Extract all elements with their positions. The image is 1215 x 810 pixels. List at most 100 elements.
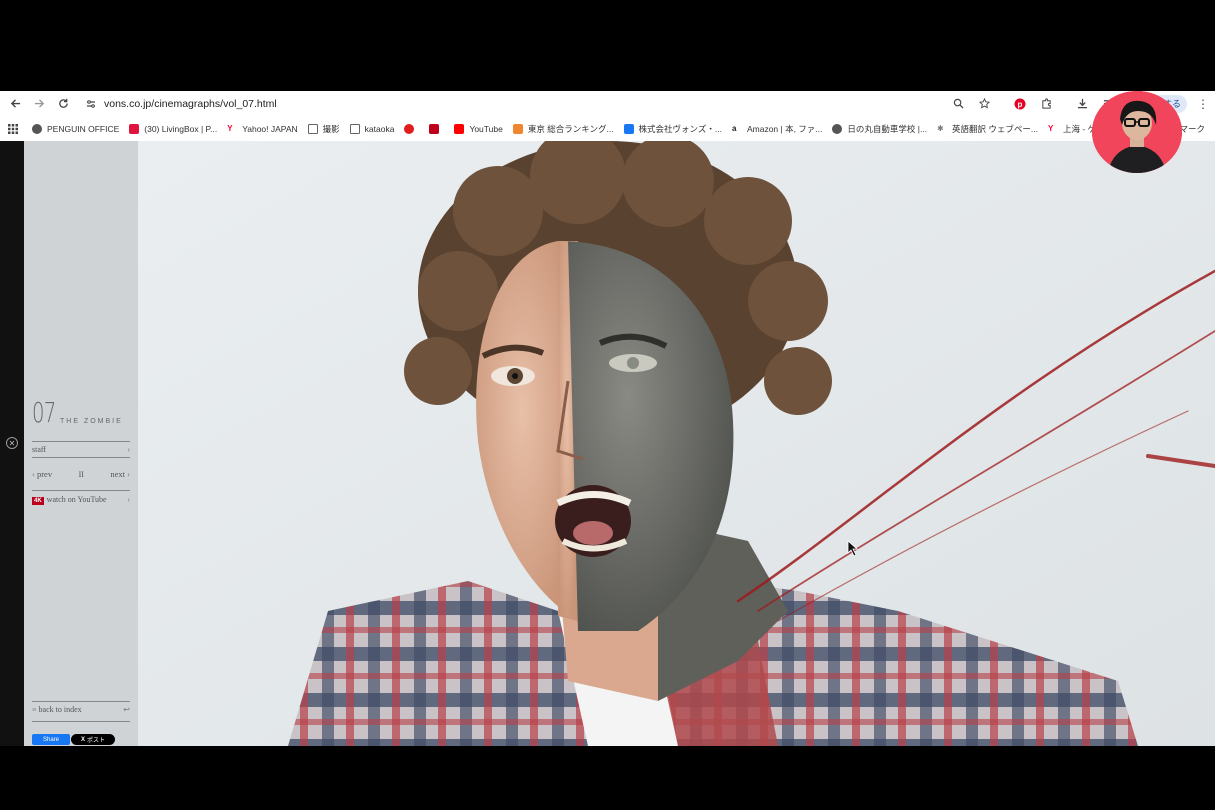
bookmark-label: 日の丸自動車学校 |...	[847, 123, 928, 134]
zombie-portrait-image	[138, 141, 1215, 746]
bookmark-item[interactable]	[404, 123, 419, 134]
prev-button[interactable]: ‹ prev	[32, 469, 52, 479]
back-to-index-link[interactable]: ≡ back to index ↩	[32, 705, 130, 714]
red-square-icon	[429, 123, 440, 134]
facebook-share-label: Share	[42, 736, 59, 743]
share-buttons: Share X ポスト	[32, 734, 115, 745]
translate-icon: ✱	[937, 123, 944, 133]
downloads-button[interactable]	[1073, 95, 1091, 113]
pinterest-icon: p	[1014, 98, 1026, 109]
bookmark-label: PENGUIN OFFICE	[47, 123, 120, 134]
volume-heading: 07 THE ZOMBIE	[32, 399, 123, 427]
red-logo-icon	[404, 123, 415, 134]
bookmark-item[interactable]: ✱ 英語翻訳 ウェブペー...	[937, 123, 1038, 135]
bookmark-item[interactable]: 日の丸自動車学校 |...	[832, 123, 927, 135]
bookmark-item[interactable]: Y Yahoo! JAPAN	[227, 124, 297, 134]
divider	[32, 721, 130, 722]
download-icon	[1077, 98, 1087, 109]
volume-number: 07	[32, 396, 56, 429]
back-label: back to index	[38, 705, 82, 714]
staff-label: staff	[32, 445, 47, 454]
bookmark-folder[interactable]: 撮影	[307, 123, 340, 135]
webcam-overlay	[1092, 91, 1182, 173]
bookmark-folder[interactable]: kataoka	[349, 123, 395, 134]
puzzle-icon	[1041, 98, 1051, 109]
svg-text:p: p	[1018, 100, 1023, 109]
bookmark-item[interactable]: YouTube	[454, 123, 503, 134]
divider	[32, 490, 130, 491]
yahoo-icon: Y	[227, 123, 233, 133]
arrow-left-icon	[10, 99, 20, 108]
reload-button[interactable]	[52, 93, 74, 115]
chevron-right-icon: ›	[127, 495, 130, 504]
arrow-right-icon	[34, 99, 44, 108]
cinemagraph-video	[138, 141, 1215, 746]
folder-icon	[349, 123, 360, 134]
facebook-share-button[interactable]: Share	[32, 734, 70, 745]
x-post-label: ポスト	[87, 738, 106, 744]
extensions-button[interactable]	[1037, 95, 1055, 113]
apps-grid-icon	[8, 123, 18, 134]
youtube-link[interactable]: 4K watch on YouTube ›	[32, 495, 130, 505]
bookmark-item[interactable]: 株式会社ヴォンズ・...	[623, 123, 722, 135]
magnifier-icon	[953, 98, 964, 109]
pinterest-extension[interactable]: p	[1011, 95, 1029, 113]
bookmark-label: Yahoo! JAPAN	[242, 123, 298, 134]
badge-4k: 4K	[32, 497, 44, 505]
bookmark-item[interactable]: (30) LivingBox | P...	[129, 123, 217, 134]
divider	[32, 701, 130, 702]
bookmark-star-button[interactable]	[975, 95, 993, 113]
sidebar: 07 THE ZOMBIE staff › ‹ prev II next › 4…	[24, 141, 138, 746]
star-icon	[978, 98, 990, 109]
bookmark-item[interactable]: PENGUIN OFFICE	[32, 123, 120, 134]
left-edge-bar: ✕	[0, 141, 24, 746]
volume-title: THE ZOMBIE	[60, 418, 123, 425]
close-icon: ✕	[8, 438, 16, 448]
pause-icon: II	[78, 469, 84, 479]
reload-icon	[58, 98, 68, 108]
bookmark-label: 撮影	[322, 123, 340, 134]
youtube-icon	[454, 123, 465, 134]
bookmark-item[interactable]	[429, 123, 444, 134]
bookmark-item[interactable]: a Amazon | 本, ファ...	[732, 123, 822, 135]
next-button[interactable]: next ›	[110, 469, 130, 479]
ranking-icon	[512, 123, 523, 134]
youtube-icon	[129, 123, 140, 134]
globe-icon	[832, 123, 843, 134]
youtube-label: watch on YouTube	[46, 495, 107, 504]
pager: ‹ prev II next ›	[32, 469, 130, 479]
bookmark-label: 東京 総合ランキング...	[527, 123, 614, 134]
all-bookmarks-label: マーク	[1179, 123, 1205, 134]
bookmark-label: kataoka	[364, 123, 395, 134]
amazon-icon: a	[731, 123, 737, 133]
zoom-button[interactable]	[949, 95, 967, 113]
forward-button[interactable]	[28, 93, 50, 115]
site-info-button[interactable]	[84, 97, 98, 111]
bookmark-item[interactable]: 東京 総合ランキング...	[512, 123, 614, 135]
browser-toolbar: vons.co.jp/cinemagraphs/vol_07.html p する…	[0, 91, 1215, 116]
browser-chrome: vons.co.jp/cinemagraphs/vol_07.html p する…	[0, 91, 1215, 141]
tune-icon	[87, 99, 95, 108]
apps-button[interactable]	[8, 123, 18, 134]
bookmark-label: 英語翻訳 ウェブペー...	[952, 123, 1038, 134]
address-bar[interactable]: vons.co.jp/cinemagraphs/vol_07.html	[104, 98, 277, 110]
x-post-button[interactable]: X ポスト	[71, 734, 115, 745]
yahoo-icon: Y	[1048, 123, 1054, 133]
folder-icon	[307, 123, 318, 134]
staff-link[interactable]: staff ›	[32, 445, 130, 454]
web-page: ✕ 07 THE ZOMBIE staff › ‹ prev II next ›…	[0, 141, 1215, 746]
return-icon: ↩	[123, 705, 130, 714]
pause-button[interactable]: II	[79, 470, 84, 479]
back-button[interactable]	[4, 93, 26, 115]
bookmark-label: YouTube	[469, 123, 503, 134]
divider	[32, 441, 130, 442]
divider	[32, 457, 130, 458]
bookmark-label: Amazon | 本, ファ...	[746, 123, 823, 134]
chevron-right-icon: ›	[125, 469, 130, 479]
next-label: next	[110, 469, 126, 479]
browser-menu-button[interactable]: ⋮	[1197, 97, 1209, 111]
close-menu-button[interactable]: ✕	[6, 437, 18, 449]
x-logo-icon: X	[80, 736, 85, 743]
globe-icon	[32, 123, 42, 134]
all-bookmarks-button[interactable]: マーク	[1179, 116, 1205, 141]
